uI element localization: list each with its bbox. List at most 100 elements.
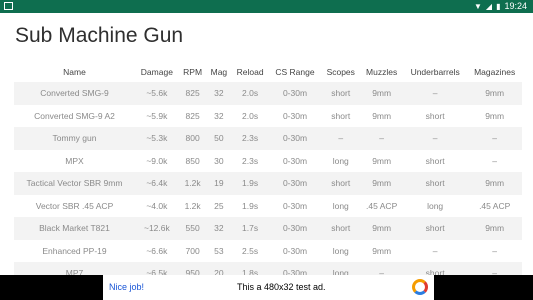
status-icons: ▼ ◢ ▮ 19:24: [474, 1, 527, 12]
col-cs-range: CS Range: [275, 67, 315, 77]
cell-rpm: 550: [178, 217, 207, 240]
status-bar: ▼ ◢ ▮ 19:24: [0, 0, 533, 13]
ad-content[interactable]: Nice job! This a 480x32 test ad.: [103, 275, 434, 300]
cell-reload: 1.9s: [242, 200, 259, 211]
cell-name: Tommy gun: [14, 127, 135, 150]
cell-underbarrels: short: [402, 172, 468, 195]
cell-muzzles: 9mm: [372, 245, 392, 256]
table-row[interactable]: Tommy gun ~5.3k 800 50 2.3s 0-30m – – – –: [14, 127, 522, 150]
cell-mag: 50: [206, 127, 232, 150]
battery-icon: ▮: [496, 2, 501, 11]
cell-reload: 2.3s: [231, 127, 269, 150]
cell-scopes: short: [331, 110, 351, 121]
cell-cs-range: 0-30m: [282, 245, 308, 256]
cell-underbarrels: –: [432, 245, 438, 256]
table-row[interactable]: Enhanced PP-19 ~6.6k 700 53 2.5s 0-30m long 9mm…: [14, 240, 522, 263]
cell-name: Converted SMG-9 A2: [34, 110, 115, 121]
ad-text: This a 480x32 test ad.: [237, 282, 326, 292]
table-row[interactable]: Converted SMG-9 ~5.6k 825 32 2.0s 0-30m short 9…: [14, 82, 522, 105]
col-rpm: RPM: [183, 67, 203, 77]
cell-magazines: –: [492, 155, 498, 166]
cell-rpm: 1.2k: [178, 172, 207, 195]
cell-cs-range: 0-30m: [268, 82, 322, 105]
cell-mag: 53: [214, 245, 224, 256]
cell-name: Vector SBR .45 ACP: [35, 200, 114, 211]
cell-scopes: long: [332, 200, 349, 211]
cell-magazines: 9mm: [485, 110, 505, 121]
col-scopes: Scopes: [326, 67, 355, 77]
cell-scopes: –: [321, 127, 361, 150]
cell-damage: ~5.3k: [134, 127, 179, 150]
cell-cs-range: 0-30m: [282, 200, 308, 211]
notification-icon: [4, 2, 13, 10]
cell-muzzles: .45 ACP: [366, 200, 398, 211]
col-underbarrels: Underbarrels: [410, 67, 460, 77]
ad-nice-label: Nice job!: [109, 282, 145, 292]
cell-name: Tactical Vector SBR 9mm: [14, 172, 135, 195]
cell-magazines: .45 ACP: [479, 200, 511, 211]
cell-muzzles: 9mm: [360, 172, 403, 195]
cell-reload: 1.9s: [231, 172, 269, 195]
cell-muzzles: 9mm: [372, 155, 392, 166]
table-row[interactable]: Vector SBR .45 ACP ~4.0k 1.2k 25 1.9s 0-30m lo…: [14, 195, 522, 218]
cell-rpm: 825: [185, 110, 200, 121]
cell-rpm: 800: [178, 127, 207, 150]
cell-mag: 32: [206, 217, 232, 240]
ad-logo-icon: [412, 279, 428, 295]
cell-mag: 32: [214, 110, 224, 121]
cell-mag: 30: [214, 155, 224, 166]
cell-reload: 2.0s: [231, 82, 269, 105]
wifi-icon: ▼: [473, 2, 482, 11]
cell-rpm: 825: [178, 82, 207, 105]
weapons-table: Name Damage RPM Mag Reload CS Range Scop…: [14, 62, 522, 285]
ad-banner[interactable]: Nice job! This a 480x32 test ad.: [0, 275, 533, 300]
cell-mag: 25: [214, 200, 224, 211]
cell-damage: ~5.6k: [134, 82, 179, 105]
cell-name: Converted SMG-9: [14, 82, 135, 105]
cell-scopes: short: [321, 217, 361, 240]
cell-muzzles: 9mm: [360, 82, 403, 105]
cell-magazines: –: [492, 245, 498, 256]
cell-rpm: 1.2k: [184, 200, 201, 211]
cell-scopes: long: [332, 245, 349, 256]
cell-underbarrels: –: [402, 127, 468, 150]
cell-magazines: –: [467, 127, 522, 150]
cell-cs-range: 0-30m: [282, 110, 308, 121]
cell-mag: 32: [206, 82, 232, 105]
col-name: Name: [63, 67, 86, 77]
cell-reload: 2.5s: [242, 245, 259, 256]
cell-damage: ~6.6k: [146, 245, 168, 256]
cell-damage: ~5.9k: [146, 110, 168, 121]
table-row[interactable]: Tactical Vector SBR 9mm ~6.4k 1.2k 19 1.9s 0-…: [14, 172, 522, 195]
cell-muzzles: –: [360, 127, 403, 150]
cell-reload: 1.7s: [231, 217, 269, 240]
signal-icon: ◢: [485, 2, 493, 11]
cell-muzzles: 9mm: [360, 217, 403, 240]
table-row[interactable]: Converted SMG-9 A2 ~5.9k 825 32 2.0s 0-30m sho…: [14, 105, 522, 128]
col-mag: Mag: [210, 67, 228, 77]
col-reload: Reload: [236, 67, 264, 77]
cell-reload: 2.3s: [242, 155, 259, 166]
cell-damage: ~12.6k: [134, 217, 179, 240]
cell-cs-range: 0-30m: [268, 217, 322, 240]
cell-cs-range: 0-30m: [282, 155, 308, 166]
cell-magazines: 9mm: [467, 217, 522, 240]
col-damage: Damage: [140, 67, 173, 77]
cell-rpm: 700: [185, 245, 200, 256]
cell-underbarrels: long: [427, 200, 444, 211]
table-row[interactable]: MPX ~9.0k 850 30 2.3s 0-30m long 9mm short –: [14, 150, 522, 173]
page-title: Sub Machine Gun: [15, 24, 184, 47]
cell-underbarrels: short: [425, 110, 445, 121]
col-muzzles: Muzzles: [366, 67, 398, 77]
cell-underbarrels: short: [425, 155, 445, 166]
cell-scopes: long: [332, 155, 349, 166]
table-row[interactable]: Black Market T821 ~12.6k 550 32 1.7s 0-30m sho…: [14, 217, 522, 240]
table-header-row: Name Damage RPM Mag Reload CS Range Scop…: [14, 62, 522, 82]
cell-damage: ~4.0k: [146, 200, 168, 211]
status-time: 19:24: [504, 1, 527, 11]
cell-damage: ~9.0k: [146, 155, 168, 166]
cell-name: Enhanced PP-19: [42, 245, 107, 256]
col-magazines: Magazines: [474, 67, 516, 77]
cell-damage: ~6.4k: [134, 172, 179, 195]
cell-muzzles: 9mm: [372, 110, 392, 121]
